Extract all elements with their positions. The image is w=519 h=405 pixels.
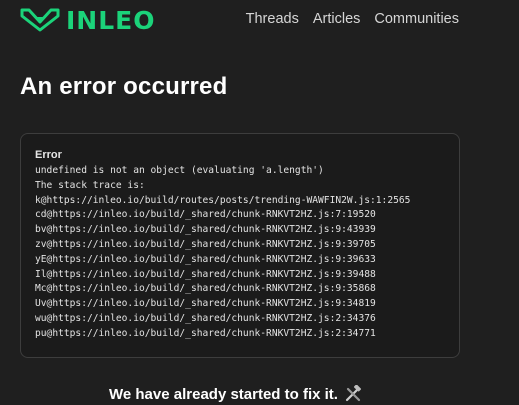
logo-text: INLEO: [66, 5, 156, 35]
stack-trace-line: Mc@https://inleo.io/build/_shared/chunk-…: [35, 283, 376, 295]
stack-trace-line: yE@https://inleo.io/build/_shared/chunk-…: [35, 253, 376, 265]
error-message: undefined is not an object (evaluating '…: [35, 165, 324, 176]
stack-trace-line: bv@https://inleo.io/build/_shared/chunk-…: [35, 224, 376, 236]
nav-threads[interactable]: Threads: [246, 11, 299, 27]
header: INLEO Threads Articles Communities: [0, 0, 519, 40]
stack-trace-line: cd@https://inleo.io/build/_shared/chunk-…: [35, 209, 376, 221]
stack-trace-label: The stack trace is:: [35, 179, 145, 191]
fix-message-text: We have already started to fix it.: [109, 385, 338, 403]
nav-communities[interactable]: Communities: [374, 11, 459, 27]
fix-message: We have already started to fix it.: [109, 385, 362, 403]
stack-trace-line: Il@https://inleo.io/build/_shared/chunk-…: [35, 268, 376, 280]
error-box: Error undefined is not an object (evalua…: [20, 133, 460, 358]
stack-trace-line: wu@https://inleo.io/build/_shared/chunk-…: [35, 312, 376, 324]
inleo-logo[interactable]: INLEO: [20, 5, 156, 35]
nav-articles[interactable]: Articles: [313, 11, 361, 27]
page-title: An error occurred: [20, 73, 228, 100]
tools-icon: [345, 385, 361, 402]
main-nav: Threads Articles Communities: [246, 11, 519, 27]
stack-trace-line: pu@https://inleo.io/build/_shared/chunk-…: [35, 327, 376, 339]
lion-logo-icon: [20, 8, 60, 32]
error-heading: Error: [35, 149, 62, 161]
stack-trace-line: Uv@https://inleo.io/build/_shared/chunk-…: [35, 298, 376, 310]
stack-trace-line: zv@https://inleo.io/build/_shared/chunk-…: [35, 238, 376, 250]
stack-trace-line: k@https://inleo.io/build/routes/posts/tr…: [35, 194, 411, 206]
